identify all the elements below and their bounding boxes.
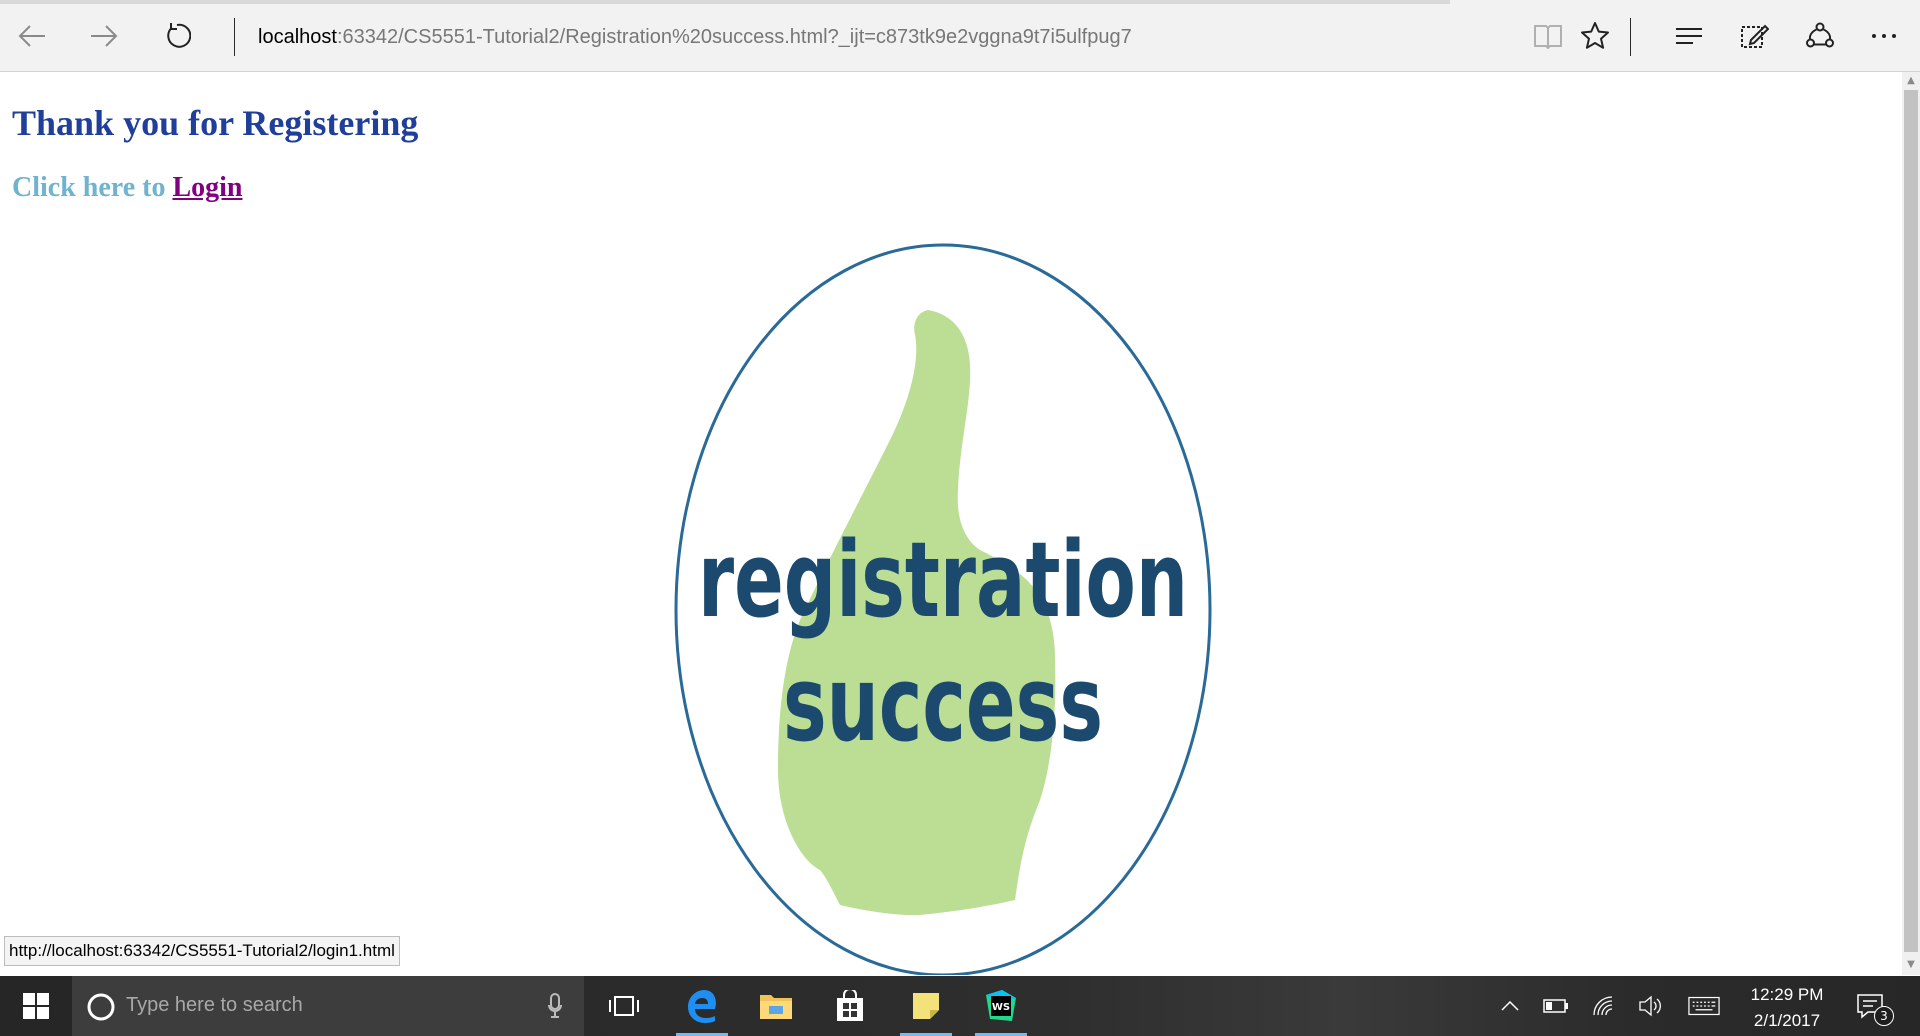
forward-arrow-icon [91, 25, 118, 47]
book-icon [1534, 25, 1562, 49]
web-page: Thank you for Registering Click here to … [0, 72, 1902, 975]
badge-text-success: success [783, 643, 1103, 765]
edge-taskbar-button[interactable] [670, 976, 734, 1036]
chevron-up-icon [1501, 1001, 1519, 1011]
clock-date: 2/1/2017 [1753, 1011, 1821, 1030]
link-status-url: http://localhost:63342/CS5551-Tutorial2/… [4, 936, 400, 966]
hub-lines-icon [1676, 28, 1702, 44]
scroll-up-arrow[interactable]: ▲ [1902, 72, 1920, 88]
store-button[interactable] [818, 976, 882, 1036]
browser-toolbar: localhost:63342/CS5551-Tutorial2/Registr… [0, 0, 1920, 72]
clock-time: 12:29 PM [1750, 985, 1824, 1004]
more-dots-icon [1872, 34, 1896, 38]
battery-icon [1543, 999, 1568, 1013]
start-button[interactable] [0, 976, 72, 1036]
file-explorer-button[interactable] [744, 976, 808, 1036]
toolbar-divider [1630, 18, 1631, 56]
login-prompt: Click here to Login [12, 172, 242, 204]
page-title: Thank you for Registering [12, 103, 419, 143]
reading-view-button[interactable] [1526, 16, 1570, 56]
favorites-button[interactable] [1573, 16, 1617, 56]
hub-button[interactable] [1667, 16, 1711, 56]
taskbar-clock[interactable]: 12:29 PM 2/1/2017 [1730, 982, 1844, 1034]
pen-note-icon [1741, 24, 1769, 48]
touch-keyboard-button[interactable] [1688, 990, 1720, 1022]
sticky-note-icon [913, 993, 939, 1019]
forward-button[interactable] [84, 16, 124, 56]
webstorm-button[interactable]: WS [969, 976, 1033, 1036]
registration-success-badge: registration success [674, 243, 1212, 975]
share-icon [1806, 22, 1834, 48]
sticky-notes-button[interactable] [894, 976, 958, 1036]
login-link[interactable]: Login [172, 172, 242, 203]
back-arrow-icon [18, 25, 45, 47]
task-view-button[interactable] [592, 976, 656, 1036]
share-button[interactable] [1798, 16, 1842, 56]
more-menu-button[interactable] [1862, 16, 1906, 56]
task-view-icon [609, 996, 639, 1016]
wifi-icon [1593, 996, 1613, 1016]
network-tray-button[interactable] [1588, 990, 1620, 1022]
refresh-icon [167, 23, 191, 48]
notification-count-badge: 3 [1874, 1006, 1894, 1026]
battery-tray-button[interactable] [1540, 990, 1572, 1022]
search-placeholder: Type here to search [126, 994, 303, 1016]
badge-text-registration: registration [698, 519, 1188, 641]
address-bar[interactable]: localhost:63342/CS5551-Tutorial2/Registr… [258, 26, 1132, 49]
show-hidden-icons-button[interactable] [1494, 990, 1526, 1022]
svg-text:WS: WS [992, 1002, 1010, 1013]
webstorm-icon: WS [986, 990, 1016, 1021]
volume-tray-button[interactable] [1634, 990, 1666, 1022]
scroll-down-arrow[interactable]: ▼ [1902, 956, 1920, 972]
login-prompt-text: Click here to [12, 172, 173, 203]
taskbar: Type here to search WS 12:29 PM 2/1/2017… [0, 976, 1920, 1036]
folder-icon [760, 995, 792, 1019]
keyboard-icon [1688, 996, 1720, 1016]
store-bag-icon [837, 990, 863, 1021]
windows-logo-icon [23, 993, 49, 1019]
web-note-button[interactable] [1732, 16, 1776, 56]
taskbar-search-box[interactable]: Type here to search [72, 976, 584, 1036]
address-path: :63342/CS5551-Tutorial2/Registration%20s… [336, 26, 1132, 48]
star-icon [1581, 22, 1609, 49]
vertical-scrollbar[interactable]: ▲ ▼ [1902, 72, 1920, 975]
microphone-icon[interactable] [548, 993, 562, 1019]
scroll-thumb[interactable] [1904, 90, 1918, 952]
cortana-circle-icon [87, 993, 115, 1021]
back-button[interactable] [12, 16, 52, 56]
speaker-icon [1639, 995, 1661, 1017]
edge-browser-icon [688, 990, 716, 1023]
address-host: localhost [258, 26, 337, 48]
address-divider [234, 18, 235, 56]
page-load-progress [0, 0, 1450, 4]
refresh-button[interactable] [157, 16, 197, 56]
